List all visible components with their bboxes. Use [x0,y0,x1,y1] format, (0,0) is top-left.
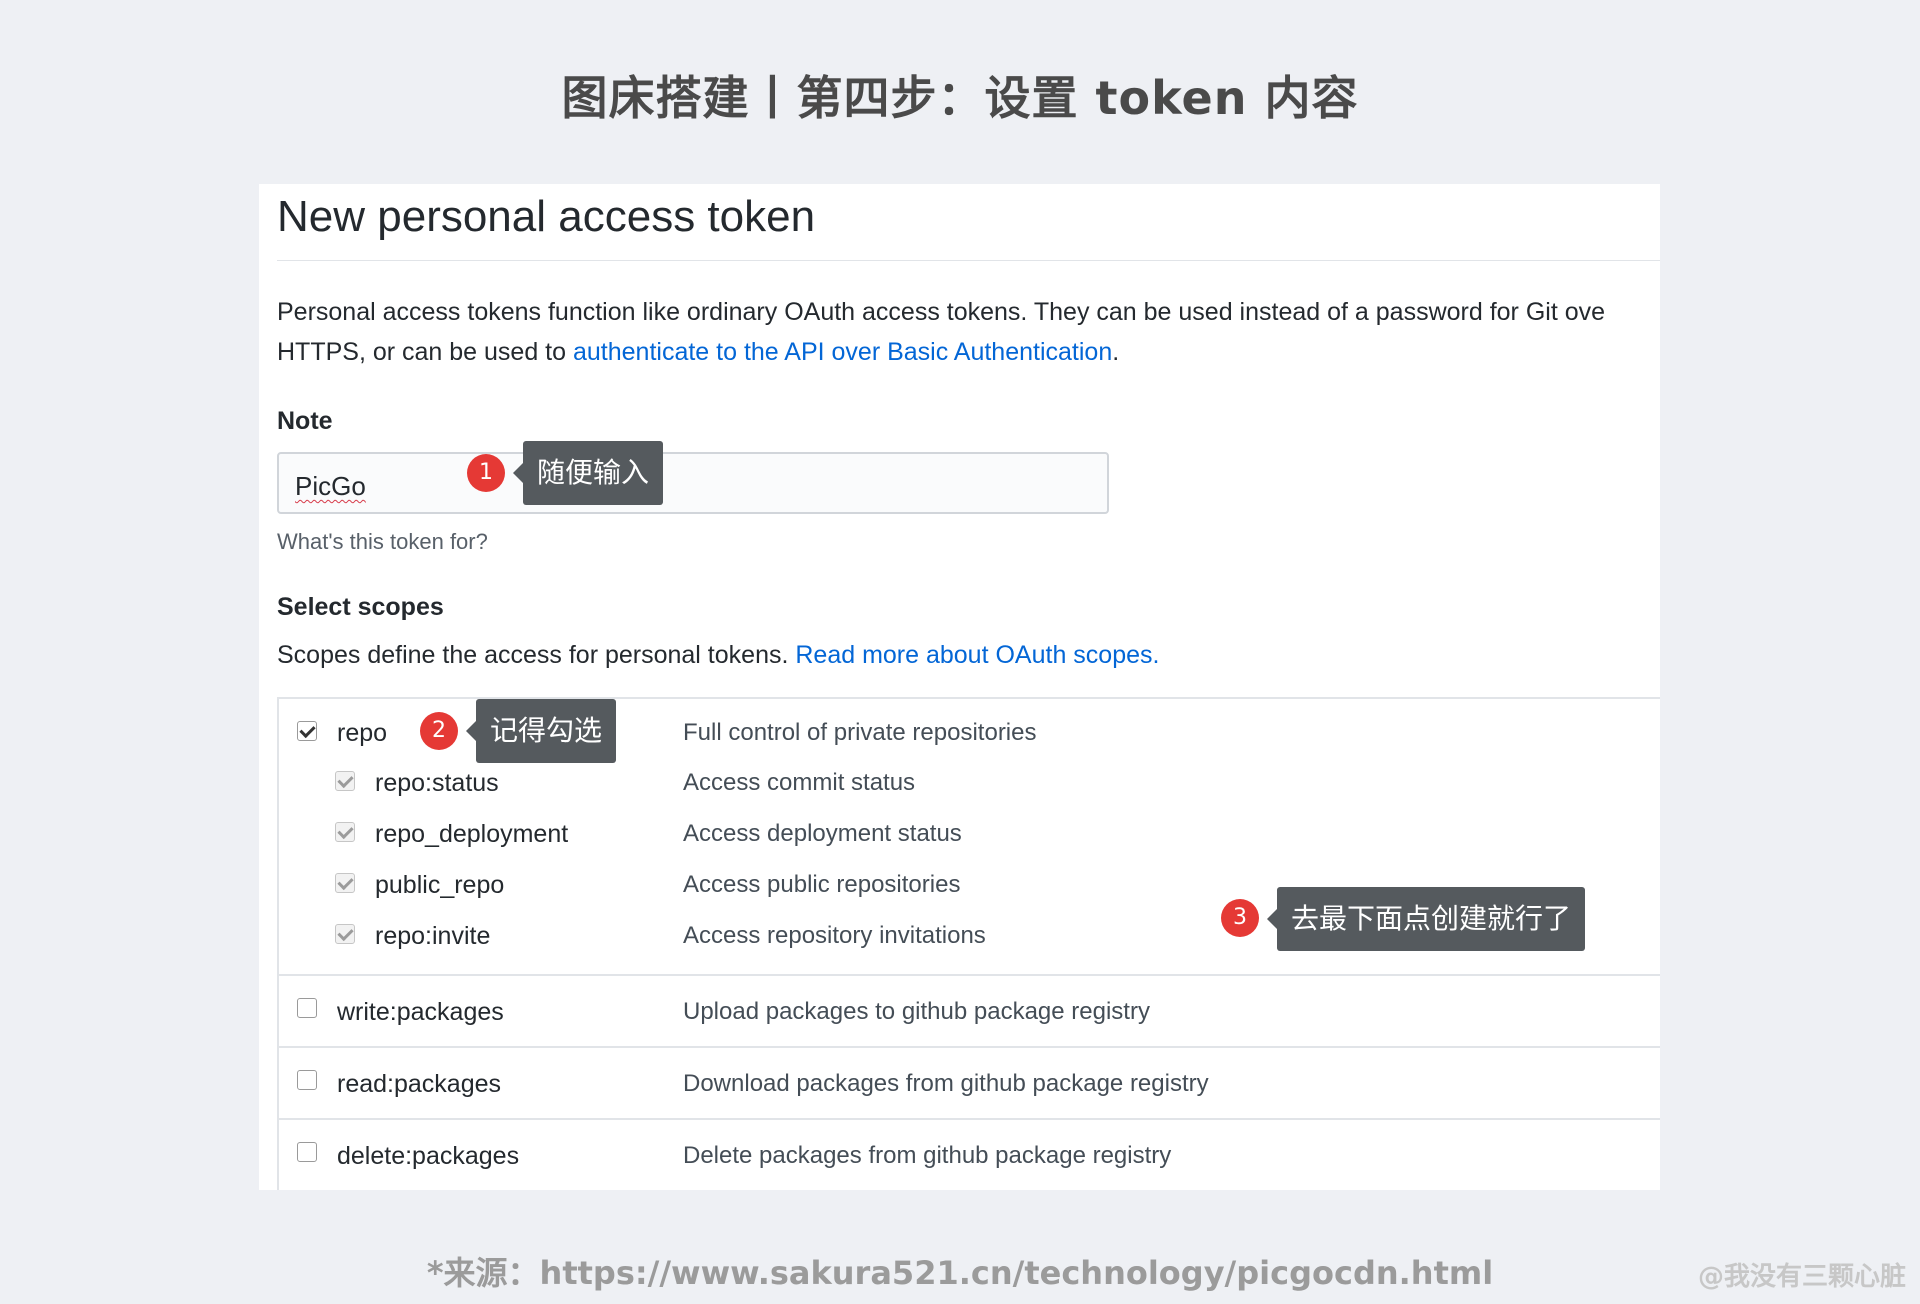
annotation-callout-3: 去最下面点创建就行了 [1266,887,1586,951]
scope-name: read:packages [337,1070,502,1098]
scopes-desc-text: Scopes define the access for personal to… [277,641,796,669]
source-credit: *来源：https://www.sakura521.cn/technology/… [426,1254,1494,1292]
annotation-badge-2: 2 [420,712,458,750]
basic-auth-link[interactable]: authenticate to the API over Basic Authe… [573,338,1112,366]
scope-group-delete-packages: delete:packages Delete packages from git… [279,1120,1660,1190]
scope-row-repo-status: repo:status Access commit status [279,757,1660,808]
write-packages-checkbox[interactable] [297,998,317,1018]
scope-name: public_repo [375,871,505,899]
annotation-badge-3: 3 [1221,899,1259,937]
annotation-callout-2: 记得勾选 [465,699,617,763]
repo-invite-checkbox[interactable] [335,924,355,944]
repo-status-checkbox[interactable] [335,771,355,791]
scope-desc: Access deployment status [683,820,962,847]
note-input-value: PicGo [295,471,366,501]
scope-name: repo_deployment [375,820,569,848]
scope-name: repo:invite [375,922,491,950]
intro-line2: HTTPS, or can be used to [277,338,573,366]
scope-row-repo-deployment: repo_deployment Access deployment status [279,808,1660,859]
public-repo-checkbox[interactable] [335,873,355,893]
note-label: Note [277,407,333,435]
scope-desc: Access commit status [683,769,916,796]
scope-desc: Access public repositories [683,871,961,898]
oauth-scopes-link[interactable]: Read more about OAuth scopes. [795,641,1159,669]
repo-deployment-checkbox[interactable] [335,822,355,842]
scope-name: write:packages [337,998,504,1026]
intro-suffix: . [1112,338,1120,366]
scope-name: repo:status [375,769,499,797]
scope-desc: Upload packages to github package regist… [683,998,1150,1025]
scope-desc: Download packages from github package re… [683,1070,1209,1097]
scope-name: repo [337,719,388,747]
intro-paragraph: Personal access tokens function like ord… [277,292,1660,372]
intro-line1: Personal access tokens function like ord… [277,298,1606,326]
annotation-callout-1: 随便输入 [512,441,664,505]
repo-checkbox[interactable] [297,721,317,741]
author-watermark: @我没有三颗心脏 [1697,1262,1906,1292]
delete-packages-checkbox[interactable] [297,1142,317,1162]
read-packages-checkbox[interactable] [297,1070,317,1090]
github-token-panel: New personal access token Personal acces… [259,184,1660,1190]
form-heading: New personal access token [277,192,816,241]
note-hint: What's this token for? [277,529,488,554]
page-title: 图床搭建丨第四步：设置 token 内容 [561,71,1359,125]
note-input[interactable]: PicGo [277,452,1109,514]
heading-divider [277,260,1660,261]
scope-desc: Delete packages from github package regi… [683,1142,1172,1169]
scope-name: delete:packages [337,1142,520,1170]
scope-desc: Access repository invitations [683,922,986,949]
scope-group-read-packages: read:packages Download packages from git… [279,1048,1660,1120]
select-scopes-label: Select scopes [277,593,444,621]
scope-group-write-packages: write:packages Upload packages to github… [279,976,1660,1048]
annotation-badge-1: 1 [467,454,505,492]
scope-desc: Full control of private repositories [683,719,1037,746]
scopes-description: Scopes define the access for personal to… [277,641,1159,670]
